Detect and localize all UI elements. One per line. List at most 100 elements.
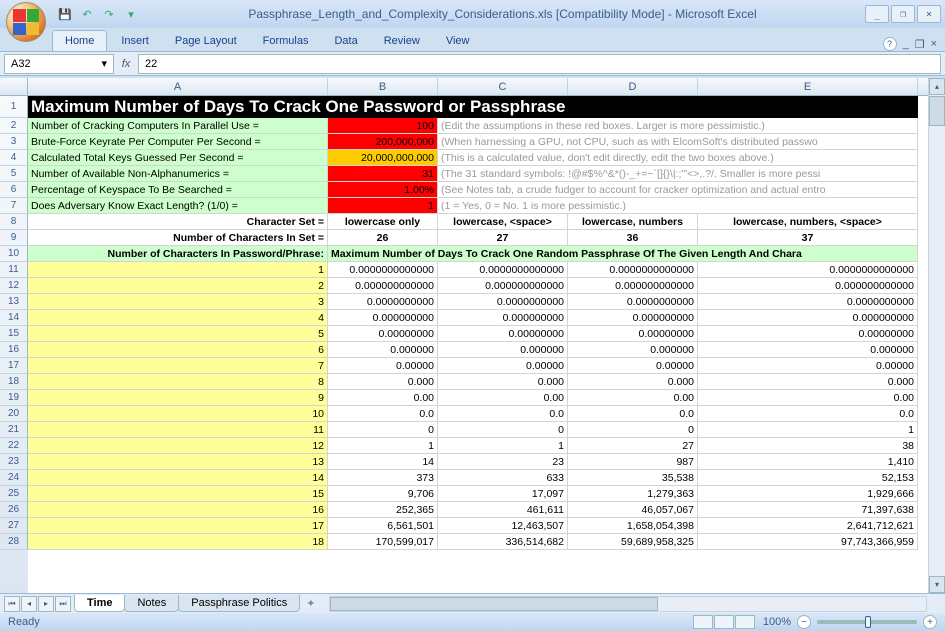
days-e[interactable]: 0.00000000 bbox=[698, 326, 918, 342]
row-header[interactable]: 4 bbox=[0, 150, 28, 166]
param-value[interactable]: 200,000,000 bbox=[328, 134, 438, 150]
tab-formulas[interactable]: Formulas bbox=[251, 31, 321, 51]
charset-c[interactable]: lowercase, <space> bbox=[438, 214, 568, 230]
days-d[interactable]: 1,658,054,398 bbox=[568, 518, 698, 534]
length-value[interactable]: 7 bbox=[28, 358, 328, 374]
days-b[interactable]: 0 bbox=[328, 422, 438, 438]
days-e[interactable]: 0.000000000 bbox=[698, 310, 918, 326]
tab-data[interactable]: Data bbox=[322, 31, 369, 51]
scroll-up-icon[interactable]: ▴ bbox=[929, 78, 945, 95]
days-d[interactable]: 0.00000000 bbox=[568, 326, 698, 342]
days-e[interactable]: 0.000000 bbox=[698, 342, 918, 358]
param-label[interactable]: Calculated Total Keys Guessed Per Second… bbox=[28, 150, 328, 166]
param-label[interactable]: Does Adversary Know Exact Length? (1/0) … bbox=[28, 198, 328, 214]
days-e[interactable]: 2,641,712,621 bbox=[698, 518, 918, 534]
row-header[interactable]: 28 bbox=[0, 534, 28, 550]
count-label[interactable]: Number of Characters In Set = bbox=[28, 230, 328, 246]
row-header[interactable]: 18 bbox=[0, 374, 28, 390]
param-value[interactable]: 1.00% bbox=[328, 182, 438, 198]
length-value[interactable]: 5 bbox=[28, 326, 328, 342]
days-b[interactable]: 0.000000000 bbox=[328, 310, 438, 326]
tab-insert[interactable]: Insert bbox=[109, 31, 161, 51]
days-b[interactable]: 6,561,501 bbox=[328, 518, 438, 534]
length-value[interactable]: 18 bbox=[28, 534, 328, 550]
row-header[interactable]: 26 bbox=[0, 502, 28, 518]
days-d[interactable]: 987 bbox=[568, 454, 698, 470]
days-d[interactable]: 0.0000000000 bbox=[568, 294, 698, 310]
charset-b[interactable]: lowercase only bbox=[328, 214, 438, 230]
row-header[interactable]: 20 bbox=[0, 406, 28, 422]
days-c[interactable]: 0.0 bbox=[438, 406, 568, 422]
col-header-c[interactable]: C bbox=[438, 78, 568, 95]
days-e[interactable]: 38 bbox=[698, 438, 918, 454]
col-header-e[interactable]: E bbox=[698, 78, 918, 95]
tab-review[interactable]: Review bbox=[372, 31, 432, 51]
insert-sheet-icon[interactable]: ✦ bbox=[300, 597, 321, 610]
length-value[interactable]: 4 bbox=[28, 310, 328, 326]
tab-home[interactable]: Home bbox=[52, 30, 107, 51]
days-e[interactable]: 71,397,638 bbox=[698, 502, 918, 518]
length-value[interactable]: 6 bbox=[28, 342, 328, 358]
param-note[interactable]: (This is a calculated value, don't edit … bbox=[438, 150, 918, 166]
zoom-in-icon[interactable]: + bbox=[923, 615, 937, 629]
charset-d[interactable]: lowercase, numbers bbox=[568, 214, 698, 230]
select-all-corner[interactable] bbox=[0, 78, 28, 95]
workbook-restore-icon[interactable]: ❐ bbox=[915, 38, 925, 51]
days-e[interactable]: 0.0000000000000 bbox=[698, 262, 918, 278]
days-c[interactable]: 0.000000 bbox=[438, 342, 568, 358]
horizontal-scrollbar[interactable] bbox=[329, 596, 927, 612]
days-d[interactable]: 0.000000000000 bbox=[568, 278, 698, 294]
days-e[interactable]: 0.00000 bbox=[698, 358, 918, 374]
row-header[interactable]: 3 bbox=[0, 134, 28, 150]
row-header[interactable]: 25 bbox=[0, 486, 28, 502]
days-b[interactable]: 252,365 bbox=[328, 502, 438, 518]
row-header[interactable]: 9 bbox=[0, 230, 28, 246]
days-b[interactable]: 0.000000000000 bbox=[328, 278, 438, 294]
row-header[interactable]: 22 bbox=[0, 438, 28, 454]
row-header[interactable]: 24 bbox=[0, 470, 28, 486]
days-c[interactable]: 17,097 bbox=[438, 486, 568, 502]
zoom-slider[interactable] bbox=[817, 620, 917, 624]
days-d[interactable]: 0.000 bbox=[568, 374, 698, 390]
days-e[interactable]: 0.0 bbox=[698, 406, 918, 422]
days-c[interactable]: 0.0000000000000 bbox=[438, 262, 568, 278]
row-header[interactable]: 15 bbox=[0, 326, 28, 342]
days-c[interactable]: 1 bbox=[438, 438, 568, 454]
days-d[interactable]: 0.0 bbox=[568, 406, 698, 422]
days-b[interactable]: 1 bbox=[328, 438, 438, 454]
banner-text[interactable]: Maximum Number of Days To Crack One Rand… bbox=[328, 246, 918, 262]
row-header[interactable]: 2 bbox=[0, 118, 28, 134]
charset-e[interactable]: lowercase, numbers, <space> bbox=[698, 214, 918, 230]
row-header[interactable]: 14 bbox=[0, 310, 28, 326]
days-c[interactable]: 336,514,682 bbox=[438, 534, 568, 550]
sheet-nav-next-icon[interactable]: ▸ bbox=[38, 596, 54, 612]
row-header[interactable]: 1 bbox=[0, 96, 28, 118]
length-value[interactable]: 11 bbox=[28, 422, 328, 438]
days-d[interactable]: 1,279,363 bbox=[568, 486, 698, 502]
param-value[interactable]: 31 bbox=[328, 166, 438, 182]
days-e[interactable]: 1,929,666 bbox=[698, 486, 918, 502]
days-d[interactable]: 27 bbox=[568, 438, 698, 454]
days-e[interactable]: 0.000 bbox=[698, 374, 918, 390]
row-header[interactable]: 5 bbox=[0, 166, 28, 182]
sheet-tab-notes[interactable]: Notes bbox=[124, 595, 179, 612]
charset-label[interactable]: Character Set = bbox=[28, 214, 328, 230]
tab-view[interactable]: View bbox=[434, 31, 482, 51]
days-c[interactable]: 12,463,507 bbox=[438, 518, 568, 534]
row-header[interactable]: 11 bbox=[0, 262, 28, 278]
days-c[interactable]: 0.00000000 bbox=[438, 326, 568, 342]
save-icon[interactable]: 💾 bbox=[56, 5, 74, 23]
office-button[interactable] bbox=[6, 2, 46, 42]
name-box[interactable]: A32 ▾ bbox=[4, 54, 114, 74]
zoom-level[interactable]: 100% bbox=[763, 616, 791, 628]
param-note[interactable]: (Edit the assumptions in these red boxes… bbox=[438, 118, 918, 134]
days-c[interactable]: 0.000 bbox=[438, 374, 568, 390]
days-c[interactable]: 0.00 bbox=[438, 390, 568, 406]
row-header[interactable]: 10 bbox=[0, 246, 28, 262]
days-d[interactable]: 0.00 bbox=[568, 390, 698, 406]
days-b[interactable]: 0.000000 bbox=[328, 342, 438, 358]
undo-icon[interactable]: ↶ bbox=[78, 5, 96, 23]
days-c[interactable]: 0.000000000 bbox=[438, 310, 568, 326]
days-b[interactable]: 0.00000000 bbox=[328, 326, 438, 342]
length-value[interactable]: 8 bbox=[28, 374, 328, 390]
